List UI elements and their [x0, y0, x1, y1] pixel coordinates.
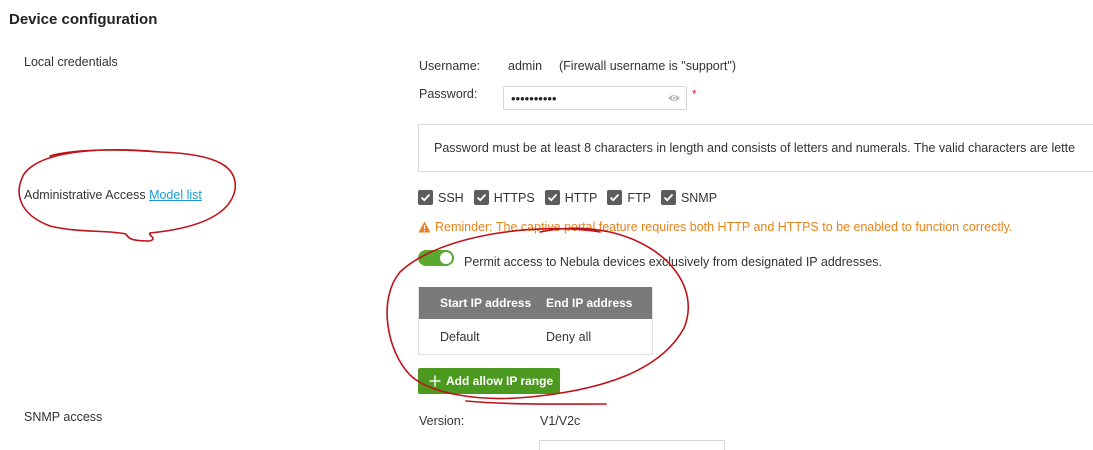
snmp-label: SNMP [680, 190, 718, 205]
http-label: HTTP [564, 190, 598, 205]
checkbox-check-icon[interactable] [660, 190, 676, 205]
password-info-text: Password must be at least 8 characters i… [434, 141, 1076, 155]
toggle-label: Permit access to Nebula devices exclusiv… [464, 255, 883, 269]
model-list-link[interactable]: Model list [149, 188, 202, 202]
ftp-label: FTP [627, 190, 651, 205]
captive-portal-reminder: Reminder: The captive portal feature req… [418, 220, 1012, 234]
checkbox-check-icon[interactable] [607, 190, 623, 205]
protocol-checkboxes: SSH HTTPS HTTP FTP SNMP [418, 190, 727, 205]
table-row[interactable]: Default Deny all [419, 319, 652, 354]
password-value: •••••••••• [511, 91, 557, 106]
eye-icon[interactable] [667, 93, 681, 103]
checkbox-check-icon[interactable] [473, 190, 489, 205]
http-checkbox[interactable]: HTTP [544, 190, 598, 205]
password-input[interactable]: •••••••••• [503, 86, 687, 110]
add-button-label: Add allow IP range [446, 374, 554, 388]
allowed-ip-table: Start IP address End IP address Default … [418, 287, 653, 355]
username-note: (Firewall username is "support") [559, 59, 736, 73]
start-ip-header: Start IP address [440, 296, 532, 310]
https-checkbox[interactable]: HTTPS [473, 190, 535, 205]
username-label: Username: [419, 59, 481, 73]
snmp-version-value: V1/V2c [540, 414, 581, 428]
checkbox-check-icon[interactable] [418, 190, 433, 205]
ip-restriction-toggle[interactable] [418, 250, 454, 266]
checkbox-check-icon[interactable] [544, 190, 560, 205]
plus-icon [429, 375, 441, 387]
snmp-access-label: SNMP access [24, 410, 103, 424]
page-title: Device configuration [9, 11, 158, 28]
end-ip-header: End IP address [546, 296, 633, 310]
password-info-box: Password must be at least 8 characters i… [418, 124, 1093, 172]
required-mark: * [692, 87, 697, 101]
https-label: HTTPS [493, 190, 535, 205]
annotation-underline [465, 400, 607, 405]
warning-icon [418, 221, 431, 233]
snmp-community-input[interactable] [539, 440, 725, 450]
admin-access-text: Administrative Access [24, 188, 146, 202]
end-ip-cell: Deny all [546, 329, 592, 344]
start-ip-cell: Default [440, 329, 480, 344]
toggle-knob [440, 252, 452, 264]
username-value: admin [508, 59, 543, 73]
reminder-text: Reminder: The captive portal feature req… [435, 220, 1013, 234]
add-allow-ip-range-button[interactable]: Add allow IP range [418, 368, 560, 394]
table-header: Start IP address End IP address [419, 287, 652, 319]
local-credentials-label: Local credentials [24, 55, 118, 69]
admin-access-label: Administrative Access Model list [24, 188, 202, 202]
password-label: Password: [419, 87, 478, 101]
ftp-checkbox[interactable]: FTP [607, 190, 651, 205]
snmp-version-label: Version: [419, 414, 465, 428]
ssh-label: SSH [438, 190, 464, 205]
snmp-checkbox[interactable]: SNMP [660, 190, 718, 205]
ssh-checkbox[interactable]: SSH [418, 190, 464, 205]
